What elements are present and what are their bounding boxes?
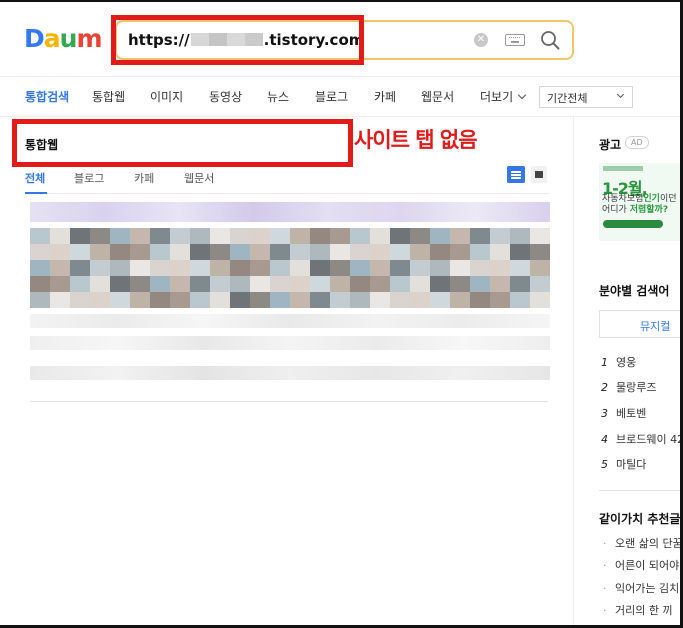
- rank-label: 브로드웨이 42: [616, 433, 683, 446]
- chevron-down-icon: [517, 90, 527, 100]
- logo-letter-m: m: [76, 24, 102, 53]
- rank-number: 2: [601, 381, 608, 394]
- ad-cta-button[interactable]: [603, 220, 663, 228]
- list-item[interactable]: 2 물랑루즈: [601, 379, 656, 395]
- ad-line2-bold: 저렴할까?: [629, 205, 669, 215]
- logo-letter-a: a: [43, 24, 61, 53]
- tab-webdocs[interactable]: 웹문서: [421, 88, 454, 105]
- recommend-label: 거리의 한 끼: [615, 604, 673, 617]
- annotation-label: 사이트 탭 없음: [354, 128, 478, 152]
- list-item[interactable]: 5 마틸다: [601, 456, 646, 472]
- bullet-icon: ·: [603, 604, 607, 617]
- subtab-active-indicator: [25, 192, 47, 194]
- search-icon[interactable]: [540, 30, 560, 50]
- bullet-icon: ·: [603, 537, 607, 550]
- field-tabs: 뮤지컬: [599, 310, 683, 338]
- recommend-label: 오랜 삶의 단꿈: [615, 537, 683, 550]
- ad-logo: [603, 166, 643, 171]
- rank-label: 영웅: [616, 356, 637, 369]
- recommend-label: 익어가는 김치: [615, 582, 680, 595]
- blurred-result: [30, 202, 550, 384]
- subtab-all[interactable]: 전체: [25, 170, 45, 186]
- list-item[interactable]: · 어른이 되어야: [603, 557, 679, 573]
- list-item[interactable]: · 익어가는 김치: [603, 580, 679, 596]
- bullet-icon: ·: [603, 559, 607, 572]
- ad-badge: AD: [625, 136, 649, 149]
- tab-videos[interactable]: 동영상: [209, 88, 242, 105]
- ad-line1-plain: 자동차보험: [602, 194, 644, 204]
- bullet-icon: ·: [603, 582, 607, 595]
- tab-images[interactable]: 이미지: [150, 88, 183, 105]
- ad-banner[interactable]: 1-2월, 자동차보험인기이던 어디가 저렴할까?: [599, 163, 683, 241]
- keyboard-icon[interactable]: [505, 34, 525, 46]
- logo-letter-u: u: [59, 24, 78, 53]
- sub-tabs: 전체 블로그 카페 웹문서: [25, 170, 550, 194]
- tab-more-label: 더보기: [480, 90, 514, 104]
- tab-cafe[interactable]: 카페: [374, 88, 396, 105]
- clear-icon[interactable]: ✕: [474, 33, 488, 47]
- sidebar-divider: [599, 490, 683, 491]
- rank-number: 3: [601, 407, 608, 420]
- list-view-icon[interactable]: [507, 166, 525, 183]
- ad-copy: 자동차보험인기이던 어디가 저렴할까?: [602, 194, 677, 216]
- field-tab-underline: [600, 337, 683, 338]
- rank-label: 베토벤: [616, 407, 647, 420]
- list-item[interactable]: · 거리의 한 끼: [603, 602, 673, 618]
- rank-number: 4: [601, 433, 608, 446]
- rank-label: 물랑루즈: [616, 381, 657, 394]
- ad-line1-end: 이던: [659, 194, 677, 204]
- recommend-label: 어른이 되어야: [615, 559, 680, 572]
- subtab-webdocs[interactable]: 웹문서: [184, 170, 214, 186]
- recommend-title: 같이가치 추천글: [599, 512, 681, 526]
- tab-musical[interactable]: 뮤지컬: [640, 318, 670, 334]
- list-item[interactable]: 4 브로드웨이 42: [601, 431, 683, 447]
- tab-blog[interactable]: 블로그: [315, 88, 348, 105]
- section-highlight-box: [12, 119, 353, 167]
- list-item[interactable]: 3 베토벤: [601, 405, 646, 421]
- ad-line1-bold: 인기: [643, 194, 660, 204]
- tab-news[interactable]: 뉴스: [267, 88, 289, 105]
- rank-label: 마틸다: [616, 458, 647, 471]
- subtab-cafe[interactable]: 카페: [134, 170, 154, 186]
- sidebar-border: [573, 116, 574, 628]
- list-item[interactable]: 1 영웅: [601, 354, 636, 370]
- rank-number: 1: [601, 356, 608, 369]
- rank-number: 5: [601, 458, 608, 471]
- tab-web[interactable]: 통합웹: [92, 88, 125, 105]
- tab-integrated[interactable]: 통합검색: [25, 88, 69, 105]
- period-select[interactable]: 기간전체: [539, 86, 633, 108]
- period-select-value: 기간전체: [547, 92, 588, 105]
- header-divider: [0, 76, 683, 77]
- result-divider: [30, 401, 548, 402]
- nav-divider: [0, 116, 683, 117]
- chevron-down-icon: [616, 90, 625, 99]
- logo-letter-d: D: [24, 24, 45, 53]
- list-item[interactable]: · 오랜 삶의 단꿈: [603, 535, 683, 551]
- url-highlight-box: [111, 15, 364, 65]
- ad-title: 광고: [599, 138, 622, 152]
- tab-more[interactable]: 더보기: [480, 88, 527, 105]
- field-search-title: 분야별 검색어: [599, 284, 670, 298]
- daum-logo[interactable]: D a u m: [24, 24, 103, 53]
- blurred-thumbnails: [30, 228, 550, 308]
- grid-view-icon[interactable]: [531, 166, 547, 183]
- subtab-blog[interactable]: 블로그: [74, 170, 104, 186]
- ad-line2-plain: 어디가: [602, 205, 627, 215]
